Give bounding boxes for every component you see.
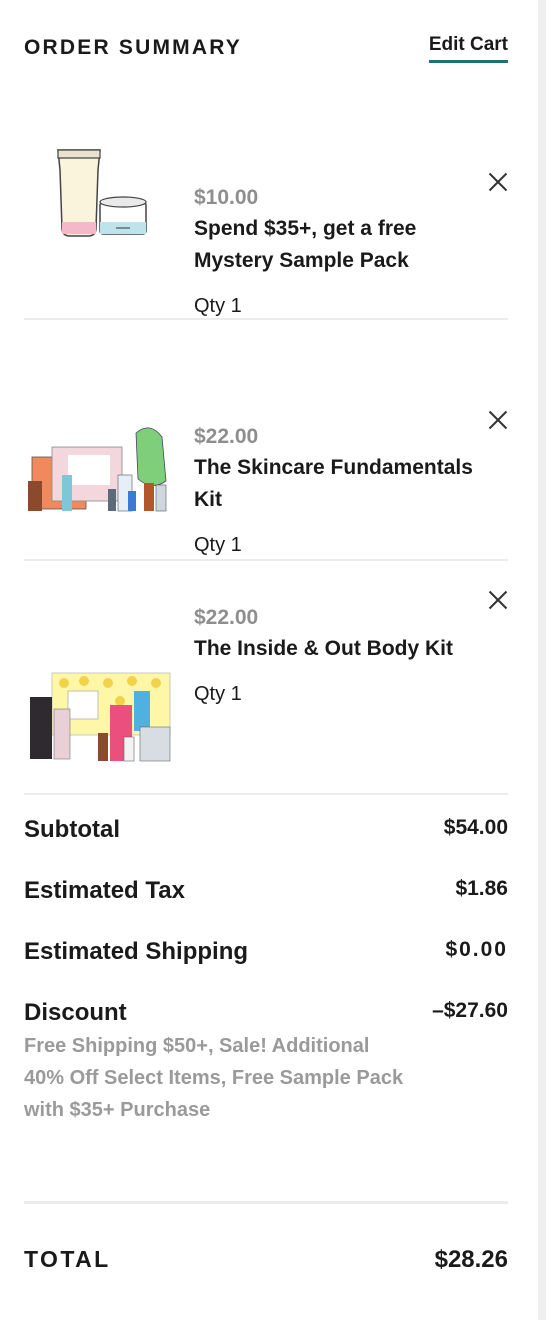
item-name[interactable]: Spend $35+, get a free Mystery Sample Pa…	[194, 213, 494, 277]
cart-item: $22.00 The Inside & Out Body Kit Qty 1	[24, 561, 508, 795]
total-value: $28.26	[434, 1246, 508, 1273]
order-totals: Subtotal $54.00 Estimated Tax $1.86 Esti…	[24, 816, 508, 1126]
total-label: TOTAL	[24, 1246, 111, 1272]
item-name[interactable]: The Skincare Fundamentals Kit	[194, 452, 494, 516]
tax-label: Estimated Tax	[24, 877, 185, 904]
item-info: $10.00 Spend $35+, get a free Mystery Sa…	[194, 185, 494, 319]
item-quantity: Qty 1	[194, 534, 242, 556]
tax-value: $1.86	[455, 877, 508, 900]
subtotal-row: Subtotal $54.00	[24, 816, 508, 877]
tax-row: Estimated Tax $1.86	[24, 877, 508, 938]
edit-cart-link[interactable]: Edit Cart	[428, 34, 508, 63]
item-price: $22.00	[194, 606, 259, 629]
close-icon[interactable]	[488, 590, 508, 610]
item-price: $10.00	[194, 186, 259, 209]
discount-row: Discount –$27.60	[24, 999, 508, 1060]
skincare-kit-illustration	[28, 427, 167, 512]
discount-value: –$27.60	[432, 999, 508, 1022]
total-row: TOTAL $28.26	[24, 1246, 508, 1278]
order-summary-panel: ORDER SUMMARY Edit Cart $10.00 Spend $35…	[24, 0, 508, 795]
body-kit-illustration	[30, 672, 171, 762]
total-divider	[24, 1201, 508, 1204]
discount-label: Discount	[24, 999, 127, 1026]
item-info: $22.00 The Skincare Fundamentals Kit Qty…	[194, 424, 494, 558]
product-image-body-kit	[24, 671, 180, 781]
product-image-skincare-kit	[24, 421, 180, 531]
shipping-row: Estimated Shipping $0.00	[24, 938, 508, 999]
item-name[interactable]: The Inside & Out Body Kit	[194, 633, 494, 665]
cart-item: $22.00 The Skincare Fundamentals Kit Qty…	[24, 320, 508, 561]
item-quantity: Qty 1	[194, 683, 242, 705]
subtotal-label: Subtotal	[24, 816, 120, 843]
close-icon[interactable]	[488, 172, 508, 192]
item-price: $22.00	[194, 425, 259, 448]
sample-pack-illustration	[57, 149, 147, 237]
subtotal-value: $54.00	[443, 816, 508, 839]
product-image-sample-pack	[24, 148, 180, 258]
cart-item: $10.00 Spend $35+, get a free Mystery Sa…	[24, 80, 508, 320]
shipping-label: Estimated Shipping	[24, 938, 249, 965]
item-quantity: Qty 1	[194, 295, 242, 317]
order-summary-title: ORDER SUMMARY	[24, 36, 242, 59]
scrollbar-track	[538, 0, 546, 1320]
close-icon[interactable]	[488, 410, 508, 430]
order-summary-header: ORDER SUMMARY Edit Cart	[24, 0, 508, 80]
item-info: $22.00 The Inside & Out Body Kit Qty 1	[194, 605, 494, 707]
shipping-value: $0.00	[445, 938, 508, 961]
